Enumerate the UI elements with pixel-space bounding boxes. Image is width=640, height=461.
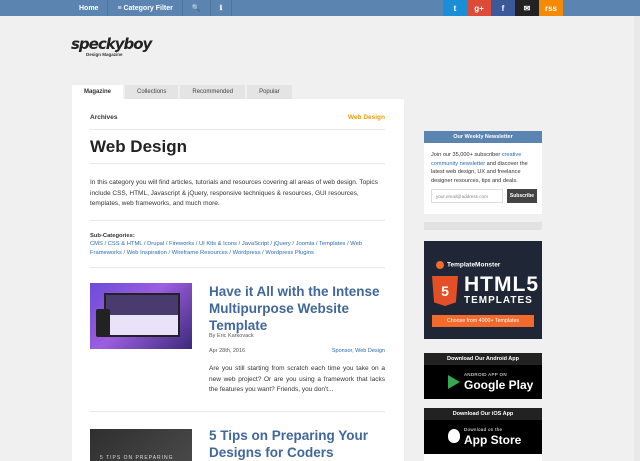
html5-shield-icon: 5 [432, 276, 458, 306]
subcategories-label: Sub-Categories: [90, 233, 135, 239]
newsletter-text-1: Join our 35,000+ subscriber [431, 152, 502, 158]
article-thumbnail[interactable] [90, 283, 192, 349]
subscribe-button[interactable]: Subscribe [507, 189, 537, 203]
article-meta: Apr 28th, 2016 Sponsor, Web Design [209, 348, 385, 356]
article-date: Apr 28th, 2016 [209, 348, 246, 354]
info-icon[interactable]: ℹ [211, 0, 233, 16]
newsletter-text: Join our 35,000+ subscriber creative com… [431, 151, 537, 186]
apple-icon [448, 429, 460, 443]
article-excerpt: Are you still starting from scratch each… [209, 365, 385, 393]
google-play-button[interactable]: ANDROID APP ON Google Play [424, 365, 542, 399]
thumb-band [106, 295, 178, 315]
ad-cta-button[interactable]: Choose from 4000+ Templates [432, 315, 534, 327]
subcategories-links[interactable]: CMS / CSS & HTML / Drupal / Fireworks / … [90, 240, 385, 257]
breadcrumb-archives[interactable]: Archives [90, 114, 117, 121]
divider [90, 411, 385, 412]
facebook-icon[interactable]: f [491, 0, 515, 16]
email-input[interactable]: your.email@address.com [431, 189, 503, 203]
category-description: In this category you will find articles,… [90, 179, 378, 207]
main-content: Archives Web Design Web Design In this c… [72, 99, 404, 461]
social-links: t g+ f ✉ rss [443, 0, 563, 16]
ad-templates-text: TEMPLATES [464, 295, 533, 306]
tab-collections[interactable]: Collections [125, 85, 179, 99]
tab-popular[interactable]: Popular [247, 85, 292, 99]
ios-app-heading: Download Our iOS App [424, 408, 542, 420]
divider [90, 163, 385, 164]
article-author[interactable]: By Eric Karkovack [209, 333, 254, 339]
nav-home[interactable]: Home [70, 0, 109, 16]
section-tabs: Magazine Collections Recommended Popular [72, 85, 294, 99]
nav-category-filter[interactable]: ≡ Category Filter [108, 0, 183, 16]
logo-subtitle: Design Magazine [86, 52, 123, 57]
article-thumbnail[interactable]: 5 TIPS ON PREPARING [90, 429, 192, 461]
brand-logo-icon [436, 261, 444, 269]
android-app-heading: Download Our Android App [424, 353, 542, 365]
breadcrumb: Archives Web Design [90, 114, 385, 124]
breadcrumb-current: Web Design [347, 114, 385, 121]
ad-brand: TemplateMonster [436, 261, 500, 269]
page-title: Web Design [90, 137, 187, 156]
thumb-screen [104, 293, 180, 337]
divider [90, 129, 385, 130]
tab-recommended[interactable]: Recommended [180, 85, 246, 99]
tab-magazine[interactable]: Magazine [72, 85, 124, 99]
thumb-phone [96, 309, 110, 337]
email-icon[interactable]: ✉ [515, 0, 539, 16]
twitter-icon[interactable]: t [443, 0, 467, 16]
thumb-text: 5 TIPS ON PREPARING [100, 455, 174, 461]
google-play-icon [448, 375, 460, 389]
logo-wordmark: speckyboy [71, 35, 152, 53]
android-app-widget: Download Our Android App ANDROID APP ON … [424, 353, 542, 399]
app-store-label: App Store [464, 433, 522, 447]
divider [90, 267, 385, 268]
top-nav: Home ≡ Category Filter 🔍 ℹ [70, 0, 233, 16]
ad-html5-text: HTML5 [464, 273, 539, 296]
app-store-small: Download on the [464, 427, 503, 432]
newsletter-heading: Our Weekly Newsletter [424, 131, 542, 143]
site-logo[interactable]: speckyboy Design Magazine [71, 35, 152, 59]
sidebar-divider [424, 222, 542, 230]
app-store-button[interactable]: Download on the App Store [424, 420, 542, 454]
google-play-small: ANDROID APP ON [464, 372, 507, 377]
top-nav-bar: Home ≡ Category Filter 🔍 ℹ t g+ f ✉ rss [0, 0, 640, 16]
divider [90, 220, 385, 221]
google-play-label: Google Play [464, 378, 534, 392]
article-title[interactable]: 5 Tips on Preparing Your Designs for Cod… [209, 427, 389, 461]
google-plus-icon[interactable]: g+ [467, 0, 491, 16]
search-icon[interactable]: 🔍 [183, 0, 211, 16]
article-title[interactable]: Have it All with the Intense Multipurpos… [209, 283, 389, 334]
rss-icon[interactable]: rss [539, 0, 563, 16]
newsletter-widget: Our Weekly Newsletter Join our 35,000+ s… [424, 131, 542, 214]
ad-brand-text: TemplateMonster [447, 261, 501, 269]
templatemonster-ad[interactable]: TemplateMonster 5 HTML5 TEMPLATES Choose… [424, 241, 542, 339]
article-categories[interactable]: Sponsor, Web Design [332, 348, 385, 354]
page-scrollbar[interactable] [634, 16, 640, 461]
newsletter-form: your.email@address.com Subscribe [431, 189, 537, 203]
ios-app-widget: Download Our iOS App Download on the App… [424, 408, 542, 461]
